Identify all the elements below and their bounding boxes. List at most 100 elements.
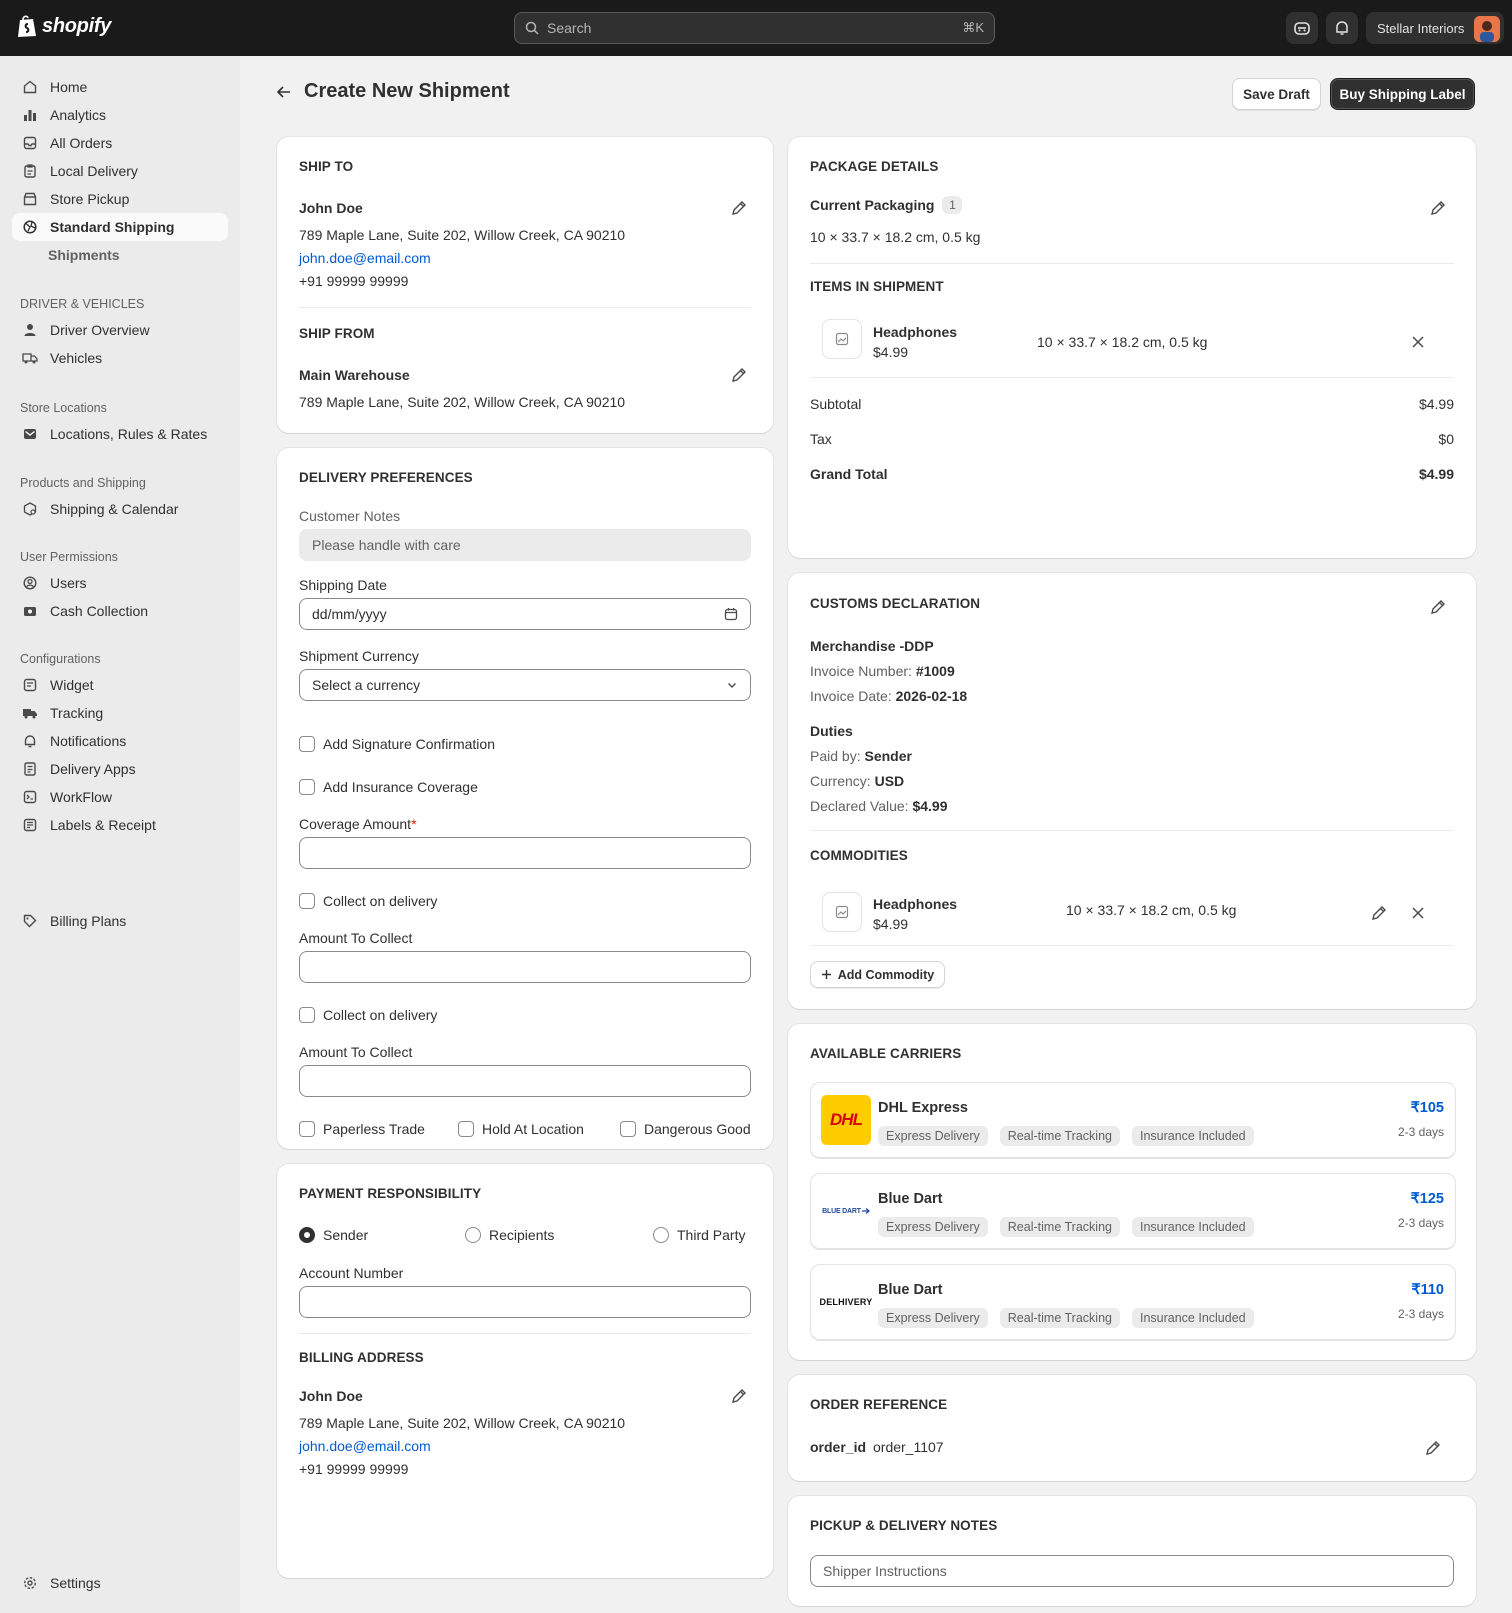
ship-from-name: Main Warehouse: [299, 367, 410, 383]
sidebar-item-workflow[interactable]: WorkFlow: [12, 783, 228, 811]
remove-item-button[interactable]: [1408, 332, 1428, 352]
truck-icon: [22, 350, 38, 366]
tag-insurance: Insurance Included: [1131, 1217, 1254, 1237]
tag-insurance: Insurance Included: [1131, 1308, 1254, 1328]
sidebar-item-settings[interactable]: Settings: [12, 1569, 228, 1597]
currency-value: Select a currency: [312, 677, 421, 693]
billing-heading: BILLING ADDRESS: [299, 1350, 424, 1365]
amount-to-collect-input[interactable]: [299, 951, 751, 983]
section-products-shipping: Products and Shipping: [20, 476, 146, 490]
dangerous-good-checkbox[interactable]: Dangerous Good: [620, 1121, 751, 1137]
sidebar-item-label: Analytics: [50, 107, 107, 123]
sidebar-item-standard-shipping[interactable]: Standard Shipping: [12, 213, 228, 241]
currency-select[interactable]: Select a currency: [299, 669, 751, 701]
delivery-heading: DELIVERY PREFERENCES: [299, 470, 473, 485]
robot-icon: [1294, 22, 1310, 35]
tag-express: Express Delivery: [878, 1308, 988, 1328]
billing-email[interactable]: john.doe@email.com: [299, 1438, 431, 1454]
shipping-date-label: Shipping Date: [299, 577, 387, 593]
current-packaging: Current Packaging 1: [810, 196, 963, 214]
shipper-instructions-input[interactable]: Shipper Instructions: [810, 1555, 1454, 1587]
sidebar-item-labels-receipt[interactable]: Labels & Receipt: [12, 811, 228, 839]
sidebar-item-analytics[interactable]: Analytics: [12, 101, 228, 129]
sidebar-item-cash-collection[interactable]: Cash Collection: [12, 597, 228, 625]
hold-label: Hold At Location: [482, 1121, 584, 1137]
notifications-button[interactable]: [1326, 12, 1358, 44]
carrier-option-blue-dart[interactable]: BLUE DART Blue Dart Express Delivery Rea…: [810, 1173, 1456, 1249]
carrier-option-delhivery[interactable]: DELHIVERY Blue Dart Express Delivery Rea…: [810, 1264, 1456, 1340]
sidebar-item-delivery-apps[interactable]: Delivery Apps: [12, 755, 228, 783]
amount-to-collect-input-2[interactable]: [299, 1065, 751, 1097]
carrier-tags: Express Delivery Real-time Tracking Insu…: [878, 1126, 1266, 1146]
edit-ship-from-button[interactable]: [729, 365, 749, 385]
signature-checkbox[interactable]: Add Signature Confirmation: [299, 736, 495, 752]
mail-icon: [22, 426, 38, 442]
ship-to-email[interactable]: john.doe@email.com: [299, 250, 431, 266]
pencil-icon: [732, 368, 746, 382]
sidebar-item-all-orders[interactable]: All Orders: [12, 129, 228, 157]
sidebar-item-tracking[interactable]: Tracking: [12, 699, 228, 727]
coverage-amount-input[interactable]: [299, 837, 751, 869]
ship-to-address: 789 Maple Lane, Suite 202, Willow Creek,…: [299, 227, 626, 243]
radio-recipients[interactable]: Recipients: [465, 1227, 554, 1243]
remove-commodity-button[interactable]: [1408, 903, 1428, 923]
add-commodity-label: Add Commodity: [837, 967, 935, 982]
store-menu[interactable]: Stellar Interiors: [1366, 12, 1504, 44]
person-icon: [22, 322, 38, 338]
collect-on-delivery-checkbox[interactable]: Collect on delivery: [299, 893, 437, 909]
radio-sender[interactable]: Sender: [299, 1227, 368, 1243]
edit-packaging-button[interactable]: [1428, 198, 1448, 218]
sidebar-item-label: Widget: [50, 677, 94, 693]
search-input[interactable]: Search ⌘K: [514, 12, 995, 44]
edit-order-reference-button[interactable]: [1423, 1438, 1443, 1458]
collect-label-2: Collect on delivery: [323, 1007, 438, 1023]
radio-third-party[interactable]: Third Party: [653, 1227, 745, 1243]
carrier-days: 2-3 days: [1397, 1125, 1444, 1139]
sidebar-item-widget[interactable]: Widget: [12, 671, 228, 699]
sidebar-item-home[interactable]: Home: [12, 73, 228, 101]
divider: [810, 263, 1454, 264]
back-button[interactable]: [276, 84, 292, 100]
buy-shipping-label-button[interactable]: Buy Shipping Label: [1330, 78, 1475, 110]
sidebar-item-vehicles[interactable]: Vehicles: [12, 344, 228, 372]
sidebar-item-store-pickup[interactable]: Store Pickup: [12, 185, 228, 213]
ship-from-heading: SHIP FROM: [299, 326, 375, 341]
edit-billing-button[interactable]: [729, 1386, 749, 1406]
sidebar-item-label: Shipping & Calendar: [50, 501, 179, 517]
paid-by-value: Sender: [864, 748, 912, 764]
sidebar-item-locations-rules[interactable]: Locations, Rules & Rates: [12, 420, 228, 448]
coverage-amount-label: Coverage Amount*: [299, 816, 417, 832]
add-commodity-button[interactable]: Add Commodity: [810, 961, 945, 988]
pencil-icon: [1372, 906, 1386, 920]
edit-customs-button[interactable]: [1428, 597, 1448, 617]
insurance-checkbox[interactable]: Add Insurance Coverage: [299, 779, 478, 795]
edit-ship-to-button[interactable]: [729, 198, 749, 218]
shipping-date-input[interactable]: dd/mm/yyyy: [299, 598, 751, 630]
paperless-trade-checkbox[interactable]: Paperless Trade: [299, 1121, 425, 1137]
sidebar-item-driver-overview[interactable]: Driver Overview: [12, 316, 228, 344]
edit-commodity-button[interactable]: [1369, 903, 1389, 923]
sidebar-item-billing-plans[interactable]: Billing Plans: [12, 907, 228, 935]
declared-amount: $4.99: [912, 798, 948, 814]
bell-icon: [22, 733, 38, 749]
sidebar-item-notifications[interactable]: Notifications: [12, 727, 228, 755]
account-number-input[interactable]: [299, 1286, 751, 1318]
sidebar-item-label: Vehicles: [50, 350, 103, 366]
sidebar-item-shipping-calendar[interactable]: Shipping & Calendar: [12, 495, 228, 523]
apps-button[interactable]: [1286, 12, 1318, 44]
ship-to-heading: SHIP TO: [299, 159, 354, 174]
calendar-icon[interactable]: [724, 607, 738, 621]
sidebar-item-local-delivery[interactable]: Local Delivery: [12, 157, 228, 185]
radio-label: Third Party: [677, 1227, 746, 1243]
order-id-value: order_1107: [873, 1439, 944, 1455]
sidebar-item-shipments[interactable]: Shipments: [12, 241, 228, 269]
carrier-option-dhl[interactable]: DHL DHL Express Express Delivery Real-ti…: [810, 1082, 1456, 1158]
save-draft-button[interactable]: Save Draft: [1232, 78, 1321, 110]
required-mark: *: [411, 816, 417, 832]
radio-label: Recipients: [489, 1227, 555, 1243]
collect-on-delivery-checkbox-2[interactable]: Collect on delivery: [299, 1007, 437, 1023]
hold-at-location-checkbox[interactable]: Hold At Location: [458, 1121, 584, 1137]
sidebar-item-users[interactable]: Users: [12, 569, 228, 597]
customer-notes-field: Please handle with care: [299, 529, 751, 561]
shopify-logo[interactable]: shopify: [16, 14, 111, 38]
